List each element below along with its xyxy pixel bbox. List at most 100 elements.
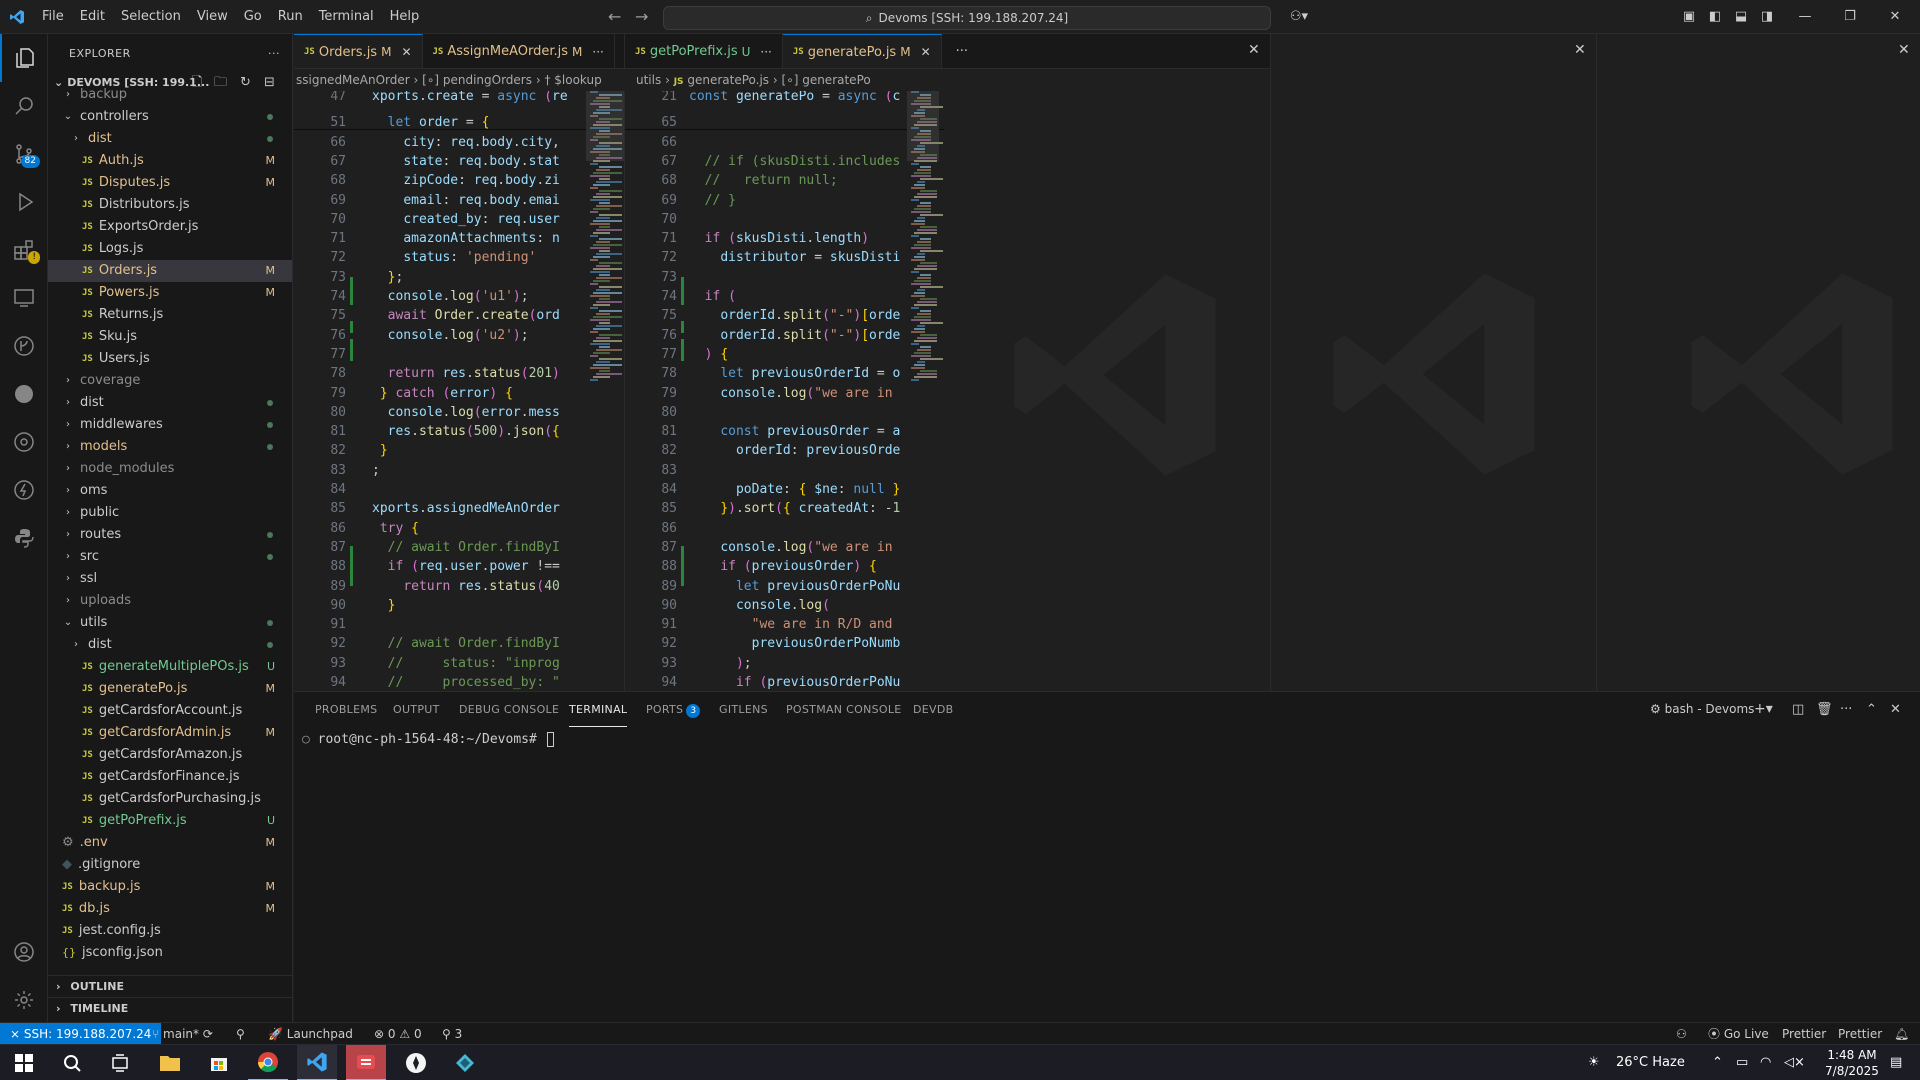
minimap-slider[interactable] bbox=[907, 91, 939, 161]
more-actions-icon[interactable]: ··· bbox=[942, 34, 982, 68]
customize-layout-icon[interactable]: ▣ bbox=[1676, 0, 1702, 34]
code-line[interactable]: console.log( bbox=[689, 598, 830, 613]
editor-tab[interactable]: JS Orders.js M ✕ bbox=[294, 34, 423, 68]
outline-section[interactable]: › OUTLINE bbox=[48, 975, 292, 997]
app-diamond-icon[interactable] bbox=[445, 1045, 485, 1080]
code-line[interactable]: ); bbox=[689, 656, 752, 671]
code-line[interactable]: xports.assignedMeAnOrder bbox=[372, 501, 560, 516]
tree-item[interactable]: ◆ .gitignore bbox=[48, 854, 292, 876]
editor1-code[interactable]: 47 xports.create = async (re 51 let order … bbox=[294, 91, 624, 691]
postman-icon[interactable] bbox=[0, 370, 48, 418]
more-actions-icon[interactable]: ··· bbox=[760, 45, 771, 59]
code-line[interactable]: if (previousOrderPoNu bbox=[689, 675, 900, 690]
code-line[interactable]: // return null; bbox=[689, 173, 838, 188]
code-line[interactable]: if (skusDisti.length) bbox=[689, 231, 869, 246]
close-panel-icon[interactable]: ✕ bbox=[1890, 692, 1901, 727]
more-actions-icon[interactable]: ··· bbox=[268, 47, 280, 60]
accounts-icon[interactable] bbox=[0, 928, 48, 976]
code-line[interactable]: res.status(500).json({ bbox=[372, 424, 560, 439]
editor-tab[interactable]: JS AssignMeAOrder.js M ··· bbox=[423, 34, 615, 68]
code-line[interactable]: let previousOrderId = o bbox=[689, 366, 900, 381]
tree-item[interactable]: › routes bbox=[48, 524, 292, 546]
close-tab-icon[interactable]: ✕ bbox=[921, 45, 931, 59]
thunder-client-icon[interactable] bbox=[0, 466, 48, 514]
menu-file[interactable]: File bbox=[34, 0, 72, 34]
volume-icon[interactable]: ◁× bbox=[1784, 1045, 1805, 1080]
remote-indicator[interactable]: ⨯ SSH: 199.188.207.24 bbox=[0, 1023, 162, 1045]
tree-item[interactable]: › uploads bbox=[48, 590, 292, 612]
code-line[interactable]: console.log("we are in bbox=[689, 540, 900, 555]
close-group-icon[interactable]: ✕ bbox=[1898, 42, 1910, 58]
code-line[interactable]: if (previousOrder) { bbox=[689, 559, 877, 574]
minimap-slider[interactable] bbox=[586, 91, 624, 161]
breadcrumb-item[interactable]: [∘] pendingOrders bbox=[422, 73, 532, 87]
code-line[interactable]: }; bbox=[372, 270, 404, 285]
vscode-taskbar-icon[interactable] bbox=[297, 1045, 337, 1080]
code-line[interactable]: orderId.split("-")[orde bbox=[689, 308, 900, 323]
code-line[interactable]: if ( bbox=[689, 289, 736, 304]
tree-item[interactable]: JS Auth.js M bbox=[48, 150, 292, 172]
toggle-secondary-sidebar-icon[interactable]: ◨ bbox=[1754, 0, 1780, 34]
breadcrumb-item[interactable]: utils bbox=[636, 73, 661, 87]
tree-item[interactable]: › oms bbox=[48, 480, 292, 502]
panel-tab-ports[interactable]: PORTS 3 bbox=[646, 692, 701, 727]
tree-item[interactable]: JS generateMultiplePOs.js U bbox=[48, 656, 292, 678]
maximize-panel-icon[interactable]: ⌃ bbox=[1866, 692, 1877, 727]
tree-item[interactable]: JS jest.config.js bbox=[48, 920, 292, 942]
tree-item[interactable]: JS Logs.js bbox=[48, 238, 292, 260]
menu-go[interactable]: Go bbox=[236, 0, 270, 34]
search-icon[interactable] bbox=[0, 82, 48, 130]
back-arrow-icon[interactable]: ← bbox=[608, 0, 621, 34]
code-line[interactable]: // processed_by: " bbox=[372, 675, 560, 690]
code-line[interactable]: // await Order.findByI bbox=[372, 636, 560, 651]
forward-arrow-icon[interactable]: → bbox=[635, 0, 648, 34]
code-line[interactable]: poDate: { $ne: null } bbox=[689, 482, 900, 497]
windows-start-icon[interactable] bbox=[4, 1045, 44, 1080]
gitlens-inspect-icon[interactable] bbox=[0, 418, 48, 466]
code-line[interactable]: if (req.user.power !== bbox=[372, 559, 560, 574]
breadcrumb-item[interactable]: ssignedMeAnOrder bbox=[296, 73, 410, 87]
show-hidden-icons-icon[interactable]: ⌃ bbox=[1712, 1045, 1723, 1080]
code-line[interactable]: status: 'pending' bbox=[372, 250, 536, 265]
menu-view[interactable]: View bbox=[189, 0, 236, 34]
more-actions-icon[interactable]: ··· bbox=[1840, 692, 1852, 727]
python-icon[interactable] bbox=[0, 514, 48, 562]
prettier-status[interactable]: Prettier bbox=[1782, 1023, 1826, 1045]
new-terminal-icon[interactable]: +▾ bbox=[1754, 692, 1773, 727]
clock[interactable]: 1:48 AM 7/8/2025 bbox=[1816, 1047, 1888, 1079]
restore-icon[interactable]: ❐ bbox=[1837, 0, 1863, 34]
settings-gear-icon[interactable] bbox=[0, 976, 48, 1024]
ports-indicator[interactable]: ⚲ 3 bbox=[442, 1023, 462, 1045]
tree-item[interactable]: › node_modules bbox=[48, 458, 292, 480]
timeline-section[interactable]: › TIMELINE bbox=[48, 997, 292, 1019]
panel-tab-debug-console[interactable]: DEBUG CONSOLE bbox=[459, 692, 559, 727]
notifications-bell-icon[interactable]: 🔔︎ bbox=[1894, 1023, 1909, 1045]
tree-item[interactable]: JS db.js M bbox=[48, 898, 292, 920]
code-line[interactable]: } bbox=[372, 443, 388, 458]
code-line[interactable]: await Order.create(ord bbox=[372, 308, 560, 323]
tree-item[interactable]: › coverage bbox=[48, 370, 292, 392]
tree-item[interactable]: ⚙ .env M bbox=[48, 832, 292, 854]
tree-item[interactable]: JS ExportsOrder.js bbox=[48, 216, 292, 238]
close-tab-icon[interactable]: ✕ bbox=[401, 45, 411, 59]
code-line[interactable]: console.log(error.mess bbox=[372, 405, 560, 420]
code-line[interactable]: // } bbox=[689, 193, 736, 208]
gitlens-icon[interactable] bbox=[0, 322, 48, 370]
tree-item[interactable]: › models bbox=[48, 436, 292, 458]
code-line[interactable]: console.log('u2'); bbox=[372, 328, 529, 343]
breadcrumb-item[interactable]: [∘] generatePo bbox=[782, 73, 871, 87]
breadcrumb-item[interactable]: † $lookup bbox=[544, 73, 601, 87]
tree-item[interactable]: › backup bbox=[48, 84, 292, 106]
minimap[interactable] bbox=[907, 91, 943, 691]
launchpad-indicator[interactable]: 🚀 Launchpad bbox=[268, 1023, 353, 1045]
code-line[interactable]: let previousOrderPoNu bbox=[689, 579, 900, 594]
code-line[interactable]: ) { bbox=[689, 347, 728, 362]
code-line[interactable]: const generatePo = async (c bbox=[689, 91, 900, 104]
tree-item[interactable]: › dist bbox=[48, 634, 292, 656]
close-group-icon[interactable]: ✕ bbox=[1248, 42, 1260, 58]
close-window-icon[interactable]: ✕ bbox=[1882, 0, 1908, 34]
tree-item[interactable]: JS Sku.js bbox=[48, 326, 292, 348]
code-line[interactable]: // status: "inprog bbox=[372, 656, 560, 671]
menu-selection[interactable]: Selection bbox=[113, 0, 189, 34]
tree-item[interactable]: JS getCardsforAdmin.js M bbox=[48, 722, 292, 744]
